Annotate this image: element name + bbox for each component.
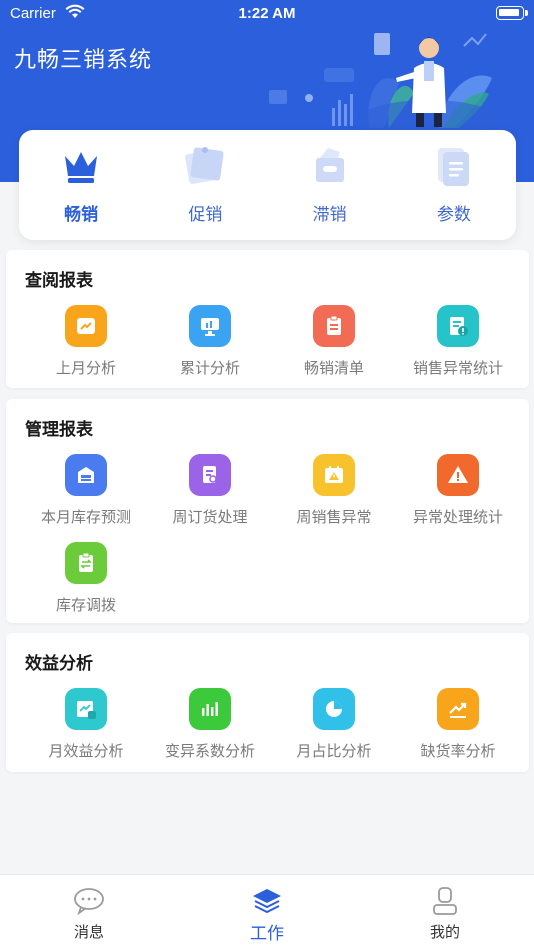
tab-label: 工作 <box>250 924 284 944</box>
tab-promotion[interactable]: 促销 <box>143 130 267 240</box>
menu-item-label: 异常处理统计 <box>412 508 503 526</box>
tab-work[interactable]: 工作 <box>178 875 356 950</box>
order-search-icon <box>189 454 231 496</box>
tab-label: 参数 <box>436 205 471 225</box>
chat-bubble-icon <box>74 888 104 915</box>
layers-icon <box>253 889 281 914</box>
tab-profile[interactable]: 我的 <box>356 875 534 950</box>
menu-item-label: 累计分析 <box>179 359 240 377</box>
menu-item-label: 月占比分析 <box>296 742 372 760</box>
menu-item-label: 销售异常统计 <box>412 359 503 377</box>
menu-item-monthly-share-analysis[interactable]: 月占比分析 <box>274 688 394 776</box>
monthly-chart-icon <box>65 688 107 730</box>
tab-slow-selling[interactable]: 滞销 <box>268 130 392 240</box>
menu-item-last-month-analysis[interactable]: 上月分析 <box>26 305 146 393</box>
status-bar: Carrier 1:22 AM <box>0 0 534 28</box>
menu-item-label: 月效益分析 <box>48 742 124 760</box>
section-manage-reports: 管理报表 本月库存预测 周订货处理 周销售异常 异常处理统计 库存调拨 <box>6 399 529 623</box>
menu-item-label: 库存调拨 <box>55 596 116 614</box>
warehouse-icon <box>65 454 107 496</box>
tab-label: 我的 <box>429 923 460 941</box>
menu-item-label: 本月库存预测 <box>40 508 131 526</box>
calendar-warning-icon <box>313 454 355 496</box>
menu-item-weekly-order-processing[interactable]: 周订货处理 <box>150 454 270 542</box>
menu-item-label: 变异系数分析 <box>164 742 255 760</box>
tab-label: 滞销 <box>312 205 347 225</box>
clock: 1:22 AM <box>238 5 296 22</box>
tab-label: 促销 <box>188 205 223 225</box>
menu-item-weekly-sales-anomaly[interactable]: 周销售异常 <box>274 454 394 542</box>
promo-tag-icon <box>185 147 224 184</box>
tab-bestselling[interactable]: 畅销 <box>19 130 143 240</box>
menu-item-label: 周订货处理 <box>172 508 248 526</box>
bottom-tab-bar: 消息 工作 我的 <box>0 874 534 950</box>
document-stack-icon <box>437 148 469 186</box>
menu-item-label: 周销售异常 <box>296 508 372 526</box>
slow-sale-box-icon <box>315 148 344 182</box>
section-profit-analysis: 效益分析 月效益分析 变异系数分析 月占比分析 缺货率分析 <box>6 633 529 772</box>
menu-item-inventory-forecast[interactable]: 本月库存预测 <box>26 454 146 542</box>
section-title: 效益分析 <box>25 654 93 674</box>
tab-label: 畅销 <box>64 205 99 225</box>
menu-item-label: 畅销清单 <box>303 359 364 377</box>
tab-label: 消息 <box>73 923 104 941</box>
clipboard-list-icon <box>313 305 355 347</box>
menu-item-variation-coefficient-analysis[interactable]: 变异系数分析 <box>150 688 270 776</box>
menu-item-label: 缺货率分析 <box>420 742 496 760</box>
rising-line-icon <box>437 688 479 730</box>
menu-item-cumulative-analysis[interactable]: 累计分析 <box>150 305 270 393</box>
section-title: 管理报表 <box>25 420 93 440</box>
battery-icon <box>496 6 528 20</box>
warning-triangle-icon <box>437 454 479 496</box>
crown-icon <box>65 152 98 183</box>
menu-item-bestseller-list[interactable]: 畅销清单 <box>274 305 394 393</box>
user-icon <box>433 887 457 915</box>
tab-messages[interactable]: 消息 <box>0 875 178 950</box>
menu-item-anomaly-handling-stats[interactable]: 异常处理统计 <box>398 454 518 542</box>
menu-item-sales-anomaly-stats[interactable]: 销售异常统计 <box>398 305 518 393</box>
section-title: 查阅报表 <box>25 271 93 291</box>
bar-chart-icon <box>189 688 231 730</box>
tab-parameters[interactable]: 参数 <box>392 130 516 240</box>
doctor-illustration <box>269 33 499 138</box>
section-view-reports: 查阅报表 上月分析 累计分析 畅销清单 销售异常统计 <box>6 250 529 388</box>
monitor-chart-icon <box>189 305 231 347</box>
category-card: 畅销 促销 滞销 参数 <box>19 130 516 240</box>
trend-chart-icon <box>65 305 107 347</box>
app-title: 九畅三销系统 <box>14 48 153 73</box>
menu-item-stockout-rate-analysis[interactable]: 缺货率分析 <box>398 688 518 776</box>
menu-item-monthly-profit-analysis[interactable]: 月效益分析 <box>26 688 146 776</box>
transfer-clipboard-icon <box>65 542 107 584</box>
document-alert-icon <box>437 305 479 347</box>
menu-item-inventory-transfer[interactable]: 库存调拨 <box>26 542 146 630</box>
pie-chart-icon <box>313 688 355 730</box>
menu-item-label: 上月分析 <box>55 359 116 377</box>
